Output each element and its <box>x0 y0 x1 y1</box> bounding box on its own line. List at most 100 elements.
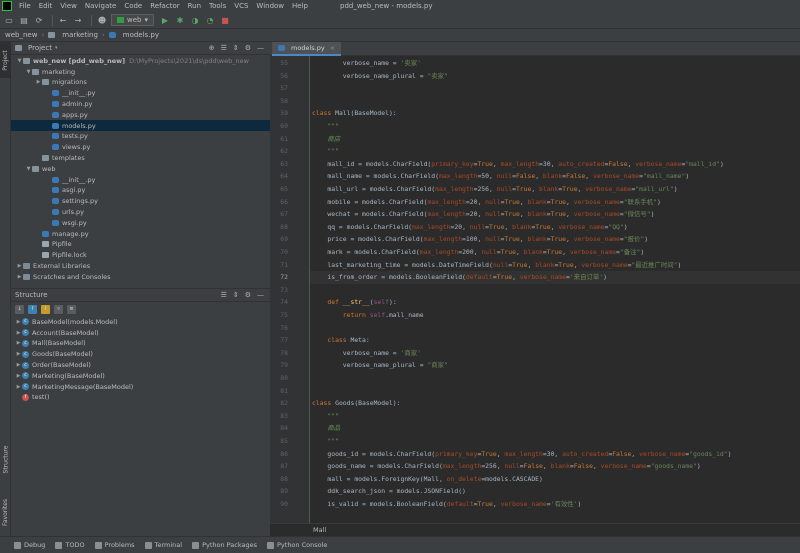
tool-python-packages[interactable]: Python Packages <box>192 541 257 549</box>
tree-item[interactable]: urls.py <box>11 207 270 218</box>
tree-item[interactable]: ▼ marketing <box>11 66 270 77</box>
tree-item[interactable]: ▶ migrations <box>11 77 270 88</box>
chevron-right-icon[interactable]: ▶ <box>35 79 42 85</box>
menu-navigate[interactable]: Navigate <box>81 2 120 10</box>
show-inherited-icon[interactable]: I <box>41 304 50 314</box>
breadcrumb-file[interactable]: models.py <box>123 31 159 39</box>
back-icon[interactable]: ← <box>57 14 69 26</box>
run-icon[interactable]: ▶ <box>159 14 171 26</box>
chevron-right-icon[interactable]: ▶ <box>15 319 22 325</box>
structure-item[interactable]: ▶ c Mall(BaseModel) <box>11 338 270 349</box>
structure-tool-tab[interactable]: Structure <box>0 437 11 481</box>
tree-item[interactable]: views.py <box>11 142 270 153</box>
line-number: 83 <box>280 411 288 420</box>
breadcrumb-folder[interactable]: marketing <box>62 31 98 39</box>
chevron-right-icon[interactable]: ▶ <box>15 384 22 390</box>
menu-file[interactable]: File <box>15 2 35 10</box>
menu-window[interactable]: Window <box>252 2 288 10</box>
tool-python-console[interactable]: Python Console <box>267 541 327 549</box>
tree-item[interactable]: ▶ External Libraries <box>11 261 270 272</box>
chevron-down-icon[interactable]: ▼ <box>25 166 32 172</box>
chevron-right-icon[interactable]: ▶ <box>15 351 22 357</box>
debug-icon[interactable]: ✱ <box>174 14 186 26</box>
close-icon[interactable]: × <box>330 44 335 52</box>
tree-item[interactable]: models.py <box>11 120 270 132</box>
chevron-down-icon[interactable]: ▼ <box>16 58 23 64</box>
collapse-all-icon[interactable]: ⇕ <box>233 44 239 52</box>
chevron-right-icon[interactable]: ▶ <box>15 340 22 346</box>
favorites-tool-tab[interactable]: Favorites <box>0 490 11 534</box>
project-tool-tab[interactable]: Project <box>0 42 11 78</box>
menu-edit[interactable]: Edit <box>35 2 57 10</box>
hide-icon[interactable]: — <box>257 44 264 52</box>
tree-item[interactable]: ▶ Scratches and Consoles <box>11 272 270 283</box>
menu-tools[interactable]: Tools <box>205 2 230 10</box>
show-fields-icon[interactable]: f <box>28 304 37 314</box>
structure-item[interactable]: ▶ c MarketingMessage(BaseModel) <box>11 381 270 392</box>
tree-item-label: External Libraries <box>33 262 91 271</box>
tree-item[interactable]: wsgi.py <box>11 218 270 229</box>
chevron-right-icon[interactable]: ▶ <box>15 373 22 379</box>
save-all-icon[interactable]: ▤ <box>18 14 30 26</box>
menu-code[interactable]: Code <box>120 2 146 10</box>
collapse-all-icon[interactable]: ⇕ <box>233 291 239 299</box>
open-folder-icon[interactable]: ▭ <box>3 14 15 26</box>
tab-models-py[interactable]: models.py × <box>272 42 342 56</box>
code-line: mall_name = models.CharField(max_length=… <box>312 172 690 181</box>
tree-item[interactable]: __init__.py <box>11 174 270 185</box>
coverage-icon[interactable]: ◑ <box>189 14 201 26</box>
chevron-right-icon[interactable]: ▶ <box>16 263 23 269</box>
tree-item[interactable]: Pipfile <box>11 239 270 250</box>
run-configuration-select[interactable]: web ▾ <box>111 14 154 26</box>
tool-todo[interactable]: TODO <box>55 541 85 549</box>
tree-item[interactable]: __init__.py <box>11 88 270 99</box>
menu-view[interactable]: View <box>56 2 81 10</box>
chevron-right-icon[interactable]: ▶ <box>15 362 22 368</box>
filter-icon[interactable]: ▿ <box>54 304 63 314</box>
breadcrumb-project[interactable]: web_new <box>5 31 37 39</box>
tree-item[interactable]: settings.py <box>11 196 270 207</box>
tree-item[interactable]: Pipfile.lock <box>11 250 270 261</box>
stop-icon[interactable]: ■ <box>219 14 231 26</box>
sort-icon[interactable]: ↓ <box>15 304 24 314</box>
expand-all-icon[interactable]: ☰ <box>221 291 227 299</box>
editor-breadcrumb-item[interactable]: Mall <box>313 526 326 534</box>
chevron-right-icon[interactable]: ▶ <box>15 330 22 336</box>
structure-item[interactable]: ▶ c BaseModel(models.Model) <box>11 317 270 328</box>
tree-item[interactable]: tests.py <box>11 131 270 142</box>
tool-terminal[interactable]: Terminal <box>144 541 182 549</box>
tree-item[interactable]: apps.py <box>11 110 270 121</box>
tree-item[interactable]: asgi.py <box>11 185 270 196</box>
tree-item[interactable]: manage.py <box>11 228 270 239</box>
tree-item[interactable]: admin.py <box>11 99 270 110</box>
autoscroll-icon[interactable]: ≡ <box>67 304 76 314</box>
code-editor[interactable]: 55 56 57 58 59 60 61 62 63 64 65 66 67 68 69 70 71 72 73 74… <box>270 56 800 523</box>
structure-item[interactable]: ▶ c Order(BaseModel) <box>11 360 270 371</box>
menu-refactor[interactable]: Refactor <box>146 2 183 10</box>
tree-item[interactable]: templates <box>11 153 270 164</box>
sync-icon[interactable]: ⟳ <box>33 14 45 26</box>
chevron-down-icon[interactable]: ▾ <box>55 45 58 51</box>
structure-item[interactable]: ▶ c Account(BaseModel) <box>11 327 270 338</box>
tool-debug[interactable]: Debug <box>14 541 45 549</box>
locate-icon[interactable]: ⊕ <box>209 44 215 52</box>
chevron-down-icon[interactable]: ▼ <box>25 69 32 75</box>
gear-icon[interactable]: ⚙ <box>245 44 251 52</box>
user-icon[interactable]: ☻ <box>96 14 108 26</box>
structure-item[interactable]: f test() <box>11 392 270 403</box>
tree-item[interactable]: ▼ web_new [pdd_web_new] D:\MyProjects\2021… <box>11 56 270 67</box>
menu-run[interactable]: Run <box>184 2 205 10</box>
structure-item[interactable]: ▶ c Marketing(BaseModel) <box>11 371 270 382</box>
menu-help[interactable]: Help <box>288 2 312 10</box>
hide-icon[interactable]: — <box>257 291 264 299</box>
chevron-right-icon[interactable]: ▶ <box>16 274 23 280</box>
forward-icon[interactable]: → <box>72 14 84 26</box>
menu-vcs[interactable]: VCS <box>230 2 252 10</box>
expand-all-icon[interactable]: ☰ <box>221 44 227 52</box>
structure-item[interactable]: ▶ c Goods(BaseModel) <box>11 349 270 360</box>
project-panel-title[interactable]: Project <box>28 44 52 52</box>
tool-problems[interactable]: Problems <box>94 541 135 549</box>
profile-icon[interactable]: ◔ <box>204 14 216 26</box>
gear-icon[interactable]: ⚙ <box>245 291 251 299</box>
tree-item[interactable]: ▼ web <box>11 164 270 175</box>
